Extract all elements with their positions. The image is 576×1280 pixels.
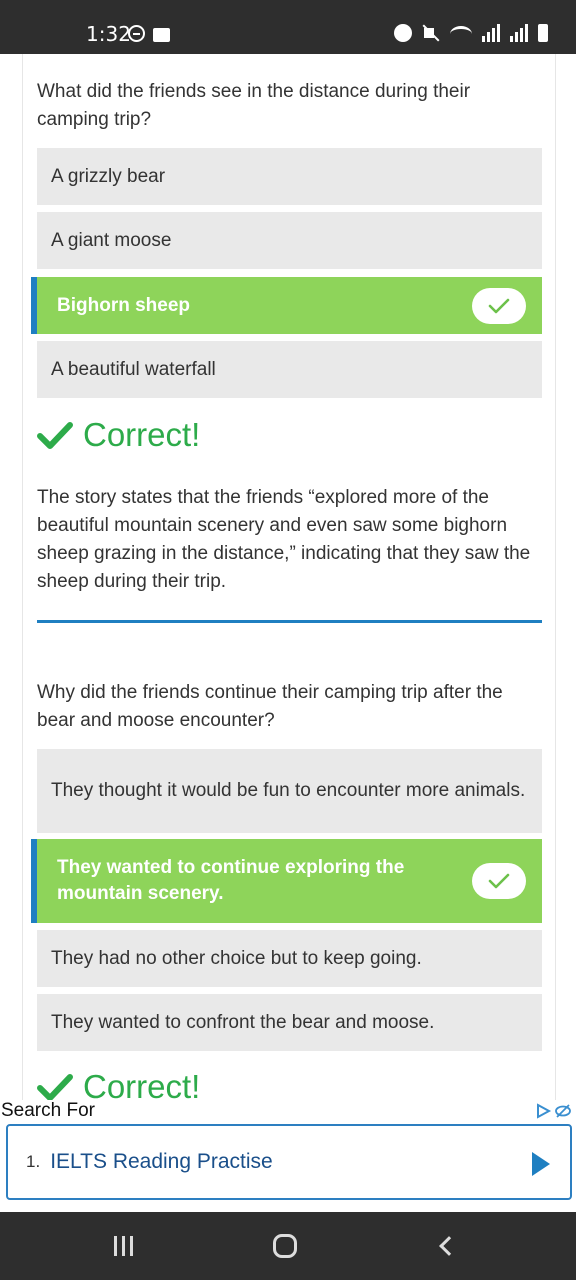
result-correct: Correct! xyxy=(37,416,200,454)
back-icon[interactable] xyxy=(439,1236,459,1256)
answer-option[interactable]: A grizzly bear xyxy=(37,148,542,205)
answer-option[interactable]: They had no other choice but to keep goi… xyxy=(37,930,542,987)
alarm-icon xyxy=(394,24,412,42)
option-label: They had no other choice but to keep goi… xyxy=(51,947,422,969)
answer-option-selected[interactable]: They wanted to continue exploring the mo… xyxy=(31,839,542,923)
wifi-icon xyxy=(450,26,472,42)
option-label: A beautiful waterfall xyxy=(51,358,216,380)
result-correct: Correct! xyxy=(37,1068,200,1100)
question-text: What did the friends see in the distance… xyxy=(37,81,471,130)
navigation-bar xyxy=(0,1212,576,1280)
check-icon xyxy=(472,863,526,899)
question-divider xyxy=(37,620,542,623)
clock: 1:32 xyxy=(86,22,131,46)
ad-item-number: 1. xyxy=(26,1152,41,1171)
search-ad: Search For 1. IELTS Reading Practise xyxy=(0,1100,576,1212)
adchoices-icon[interactable] xyxy=(534,1102,572,1120)
status-bar: 1:32 xyxy=(0,0,576,54)
recents-icon[interactable] xyxy=(114,1236,133,1256)
option-label: They wanted to continue exploring the mo… xyxy=(57,857,405,904)
option-label: They thought it would be fun to encounte… xyxy=(51,780,526,801)
result-label: Correct! xyxy=(83,1068,201,1100)
option-label: They wanted to confront the bear and moo… xyxy=(51,1011,435,1033)
folder-icon xyxy=(153,27,170,42)
explanation-text: The story states that the friends “explo… xyxy=(37,487,531,592)
ad-label: Search For xyxy=(1,1100,95,1121)
quiz-card: What did the friends see in the distance… xyxy=(22,54,556,1100)
answer-option[interactable]: A giant moose xyxy=(37,212,542,269)
circle-minus-icon xyxy=(128,25,145,42)
answer-option[interactable]: They wanted to confront the bear and moo… xyxy=(37,994,542,1051)
check-icon xyxy=(472,287,526,324)
answer-option-selected[interactable]: Bighorn sheep xyxy=(31,277,542,334)
play-arrow-icon xyxy=(532,1152,550,1176)
signal-icon xyxy=(482,24,500,42)
signal-icon xyxy=(510,24,528,42)
battery-icon xyxy=(538,24,548,42)
mute-icon xyxy=(422,24,440,42)
option-label: Bighorn sheep xyxy=(57,294,191,316)
checkmark-icon xyxy=(37,422,73,449)
answer-option[interactable]: A beautiful waterfall xyxy=(37,341,542,398)
checkmark-icon xyxy=(37,1074,73,1100)
result-label: Correct! xyxy=(83,416,201,453)
home-icon[interactable] xyxy=(273,1234,297,1258)
ad-link-item[interactable]: 1. IELTS Reading Practise xyxy=(6,1124,572,1200)
ad-item-text: IELTS Reading Practise xyxy=(50,1150,273,1173)
option-label: A giant moose xyxy=(51,229,172,251)
question-text: Why did the friends continue their campi… xyxy=(37,682,503,731)
option-label: A grizzly bear xyxy=(51,165,166,187)
answer-option[interactable]: They thought it would be fun to encounte… xyxy=(37,749,542,833)
